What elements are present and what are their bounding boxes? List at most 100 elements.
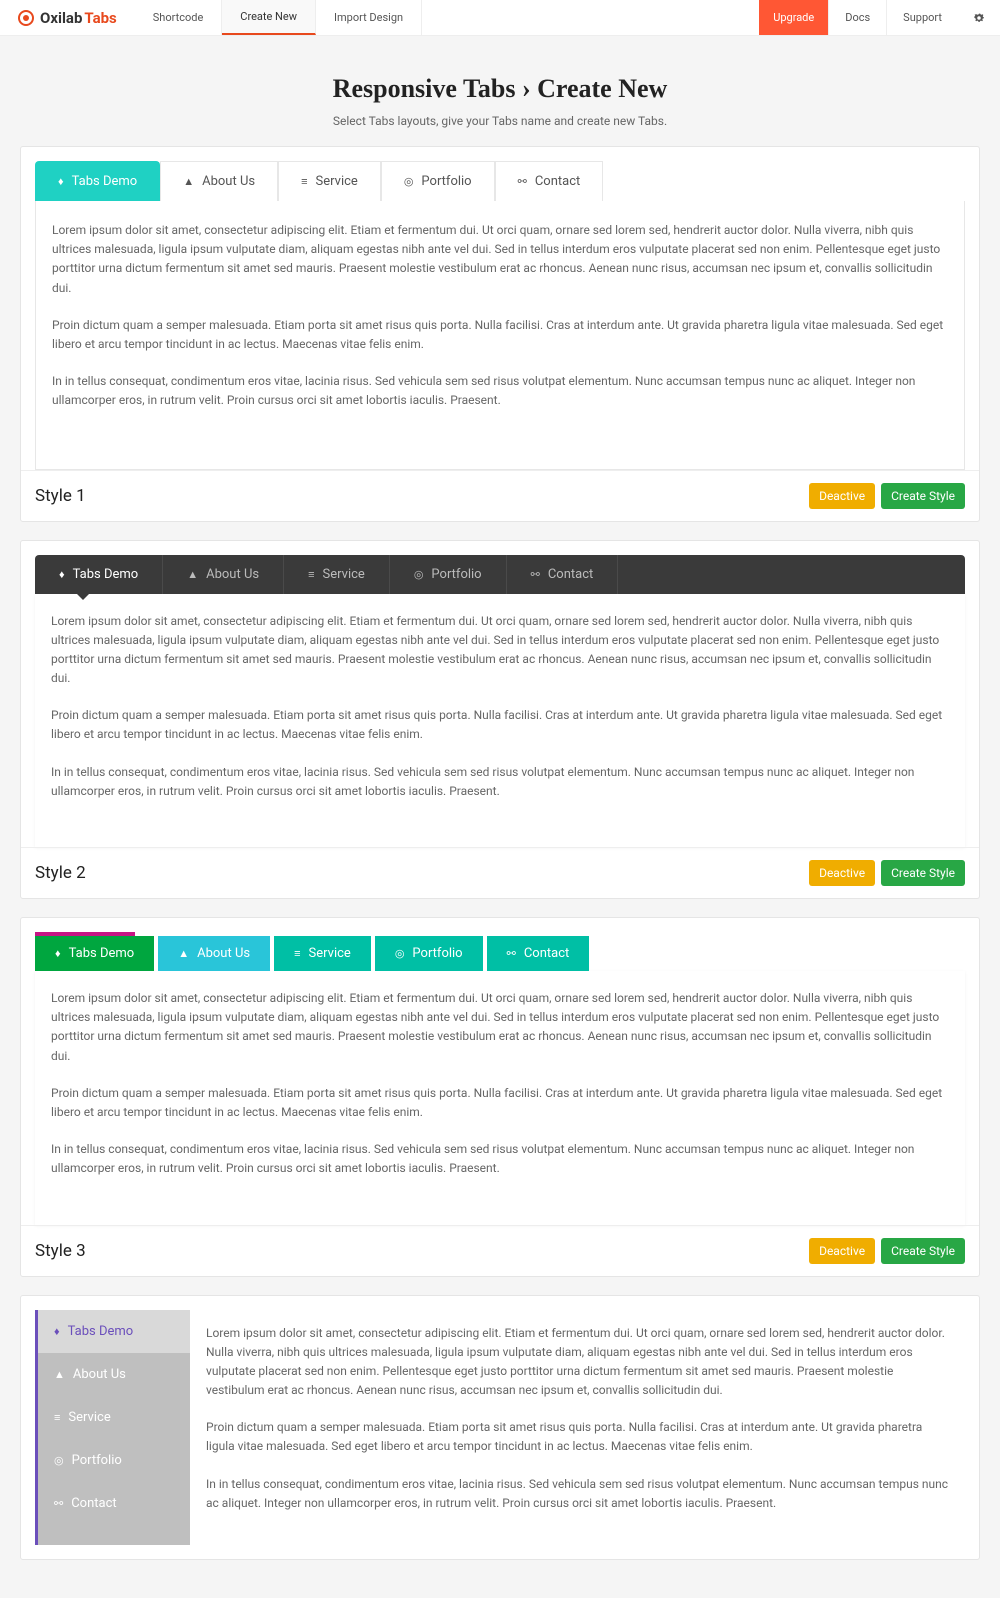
list-icon: ≡ xyxy=(301,175,307,188)
tab-label: About Us xyxy=(73,1367,126,1382)
tab-label: About Us xyxy=(197,946,250,961)
logo-text2: Tabs xyxy=(84,9,116,27)
nav-create-new[interactable]: Create New xyxy=(222,0,316,35)
user-icon: ▲ xyxy=(183,175,194,188)
gear-icon xyxy=(972,11,986,25)
tab-demo[interactable]: ♦ Tabs Demo xyxy=(35,936,154,971)
tab-label: Contact xyxy=(535,174,580,189)
deactive-button[interactable]: Deactive xyxy=(809,860,875,886)
link-icon: ⚯ xyxy=(518,175,527,188)
tab-service[interactable]: ≡ Service xyxy=(278,161,381,201)
topbar: Oxilab Tabs Shortcode Create New Import … xyxy=(0,0,1000,36)
page-title: Responsive Tabs › Create New xyxy=(20,74,980,104)
user-icon: ▲ xyxy=(178,947,189,960)
tab-label: Portfolio xyxy=(431,567,481,582)
tab-contact[interactable]: ⚯ Contact xyxy=(507,555,619,594)
tab-portfolio[interactable]: ◎Portfolio xyxy=(381,161,495,201)
para: In in tellus consequat, condimentum eros… xyxy=(51,763,949,801)
para: Lorem ipsum dolor sit amet, consectetur … xyxy=(52,221,948,298)
style-label: Style 3 xyxy=(35,1241,86,1261)
tab-portfolio[interactable]: ◎ Portfolio xyxy=(38,1439,190,1482)
tab-demo[interactable]: ♦ Tabs Demo xyxy=(35,161,160,201)
page-subtitle: Select Tabs layouts, give your Tabs name… xyxy=(20,114,980,128)
tab-contact[interactable]: ⚯ Contact xyxy=(487,936,590,971)
tabs-style4: ♦ Tabs Demo ▲About Us ≡ Service ◎ Portfolio… xyxy=(21,1296,979,1560)
target-icon: ◎ xyxy=(395,947,405,960)
tab-portfolio[interactable]: ◎Portfolio xyxy=(375,936,483,971)
create-style-button[interactable]: Create Style xyxy=(881,483,965,509)
para: Proin dictum quam a semper malesuada. Et… xyxy=(206,1418,949,1456)
para: Lorem ipsum dolor sit amet, consectetur … xyxy=(51,612,949,689)
tab-about[interactable]: ▲ About Us xyxy=(160,161,278,201)
upgrade-button[interactable]: Upgrade xyxy=(759,0,828,35)
target-icon: ◎ xyxy=(414,568,424,581)
link-icon: ⚯ xyxy=(54,1497,63,1510)
para: In in tellus consequat, condimentum eros… xyxy=(51,1140,949,1178)
tabs-style2: ♦Tabs Demo ▲ About Us ≡ Service ◎ Portfolio… xyxy=(35,555,965,594)
para: Proin dictum quam a semper malesuada. Et… xyxy=(51,706,949,744)
tab-label: Tabs Demo xyxy=(69,946,135,961)
tab-about[interactable]: ▲About Us xyxy=(38,1353,190,1396)
page: Responsive Tabs › Create New Select Tabs… xyxy=(0,36,1000,1598)
tabs-style1: ♦ Tabs Demo ▲ About Us ≡ Service ◎Portfolio… xyxy=(35,161,965,201)
link-icon: ⚯ xyxy=(531,568,540,581)
drop-icon: ♦ xyxy=(59,568,65,581)
tab-label: Service xyxy=(316,174,358,189)
tab-content: Lorem ipsum dolor sit amet, consectetur … xyxy=(35,594,965,848)
tab-demo[interactable]: ♦ Tabs Demo xyxy=(35,1310,190,1353)
tab-about[interactable]: ▲ About Us xyxy=(158,936,270,971)
tab-service[interactable]: ≡ Service xyxy=(284,555,390,594)
logo-text1: Oxilab xyxy=(40,9,82,27)
style-card-1: ♦ Tabs Demo ▲ About Us ≡ Service ◎Portfolio… xyxy=(20,146,980,522)
tab-about[interactable]: ▲ About Us xyxy=(163,555,284,594)
vertical-tabs: ♦ Tabs Demo ▲About Us ≡ Service ◎ Portfolio… xyxy=(35,1310,190,1546)
tab-label: Portfolio xyxy=(72,1453,122,1468)
deactive-button[interactable]: Deactive xyxy=(809,483,875,509)
create-style-button[interactable]: Create Style xyxy=(881,1238,965,1264)
nav-shortcode[interactable]: Shortcode xyxy=(135,0,223,35)
list-icon: ≡ xyxy=(308,568,314,581)
link-icon: ⚯ xyxy=(507,947,516,960)
create-style-button[interactable]: Create Style xyxy=(881,860,965,886)
nav-import-design[interactable]: Import Design xyxy=(316,0,422,35)
logo[interactable]: Oxilab Tabs xyxy=(0,9,135,27)
list-icon: ≡ xyxy=(54,1411,60,1424)
tab-label: Contact xyxy=(524,946,569,961)
tab-label: Tabs Demo xyxy=(72,174,138,189)
tab-label: Contact xyxy=(548,567,593,582)
tab-service[interactable]: ≡ Service xyxy=(38,1396,190,1439)
settings-button[interactable] xyxy=(958,11,1000,25)
nav-support[interactable]: Support xyxy=(886,0,958,35)
tab-label: Contact xyxy=(71,1496,116,1511)
logo-icon xyxy=(18,10,34,26)
tab-service[interactable]: ≡Service xyxy=(274,936,371,971)
tab-contact[interactable]: ⚯ Contact xyxy=(38,1482,190,1525)
deactive-button[interactable]: Deactive xyxy=(809,1238,875,1264)
para: In in tellus consequat, condimentum eros… xyxy=(206,1475,949,1513)
tab-label: Portfolio xyxy=(421,174,471,189)
target-icon: ◎ xyxy=(54,1454,64,1467)
tab-label: Service xyxy=(68,1410,110,1425)
style-card-4: ♦ Tabs Demo ▲About Us ≡ Service ◎ Portfolio… xyxy=(20,1295,980,1561)
para: Lorem ipsum dolor sit amet, consectetur … xyxy=(51,989,949,1066)
para: Lorem ipsum dolor sit amet, consectetur … xyxy=(206,1324,949,1401)
tab-label: About Us xyxy=(206,567,259,582)
user-icon: ▲ xyxy=(187,568,198,581)
topnav: Shortcode Create New Import Design xyxy=(135,0,422,35)
para: In in tellus consequat, condimentum eros… xyxy=(52,372,948,410)
nav-docs[interactable]: Docs xyxy=(828,0,886,35)
drop-icon: ♦ xyxy=(54,1325,60,1338)
tab-label: About Us xyxy=(202,174,255,189)
style-card-3: ♦ Tabs Demo ▲ About Us ≡Service ◎Portfolio… xyxy=(20,917,980,1277)
style-label: Style 2 xyxy=(35,863,86,883)
drop-icon: ♦ xyxy=(55,947,61,960)
style-label: Style 1 xyxy=(35,486,86,506)
tab-content: Lorem ipsum dolor sit amet, consectetur … xyxy=(35,201,965,470)
para: Proin dictum quam a semper malesuada. Et… xyxy=(52,316,948,354)
tab-contact[interactable]: ⚯ Contact xyxy=(495,161,604,201)
tab-label: Tabs Demo xyxy=(68,1324,134,1339)
drop-icon: ♦ xyxy=(58,175,64,188)
tab-label: Service xyxy=(323,567,365,582)
tab-demo[interactable]: ♦Tabs Demo xyxy=(35,555,163,594)
tab-portfolio[interactable]: ◎ Portfolio xyxy=(390,555,507,594)
